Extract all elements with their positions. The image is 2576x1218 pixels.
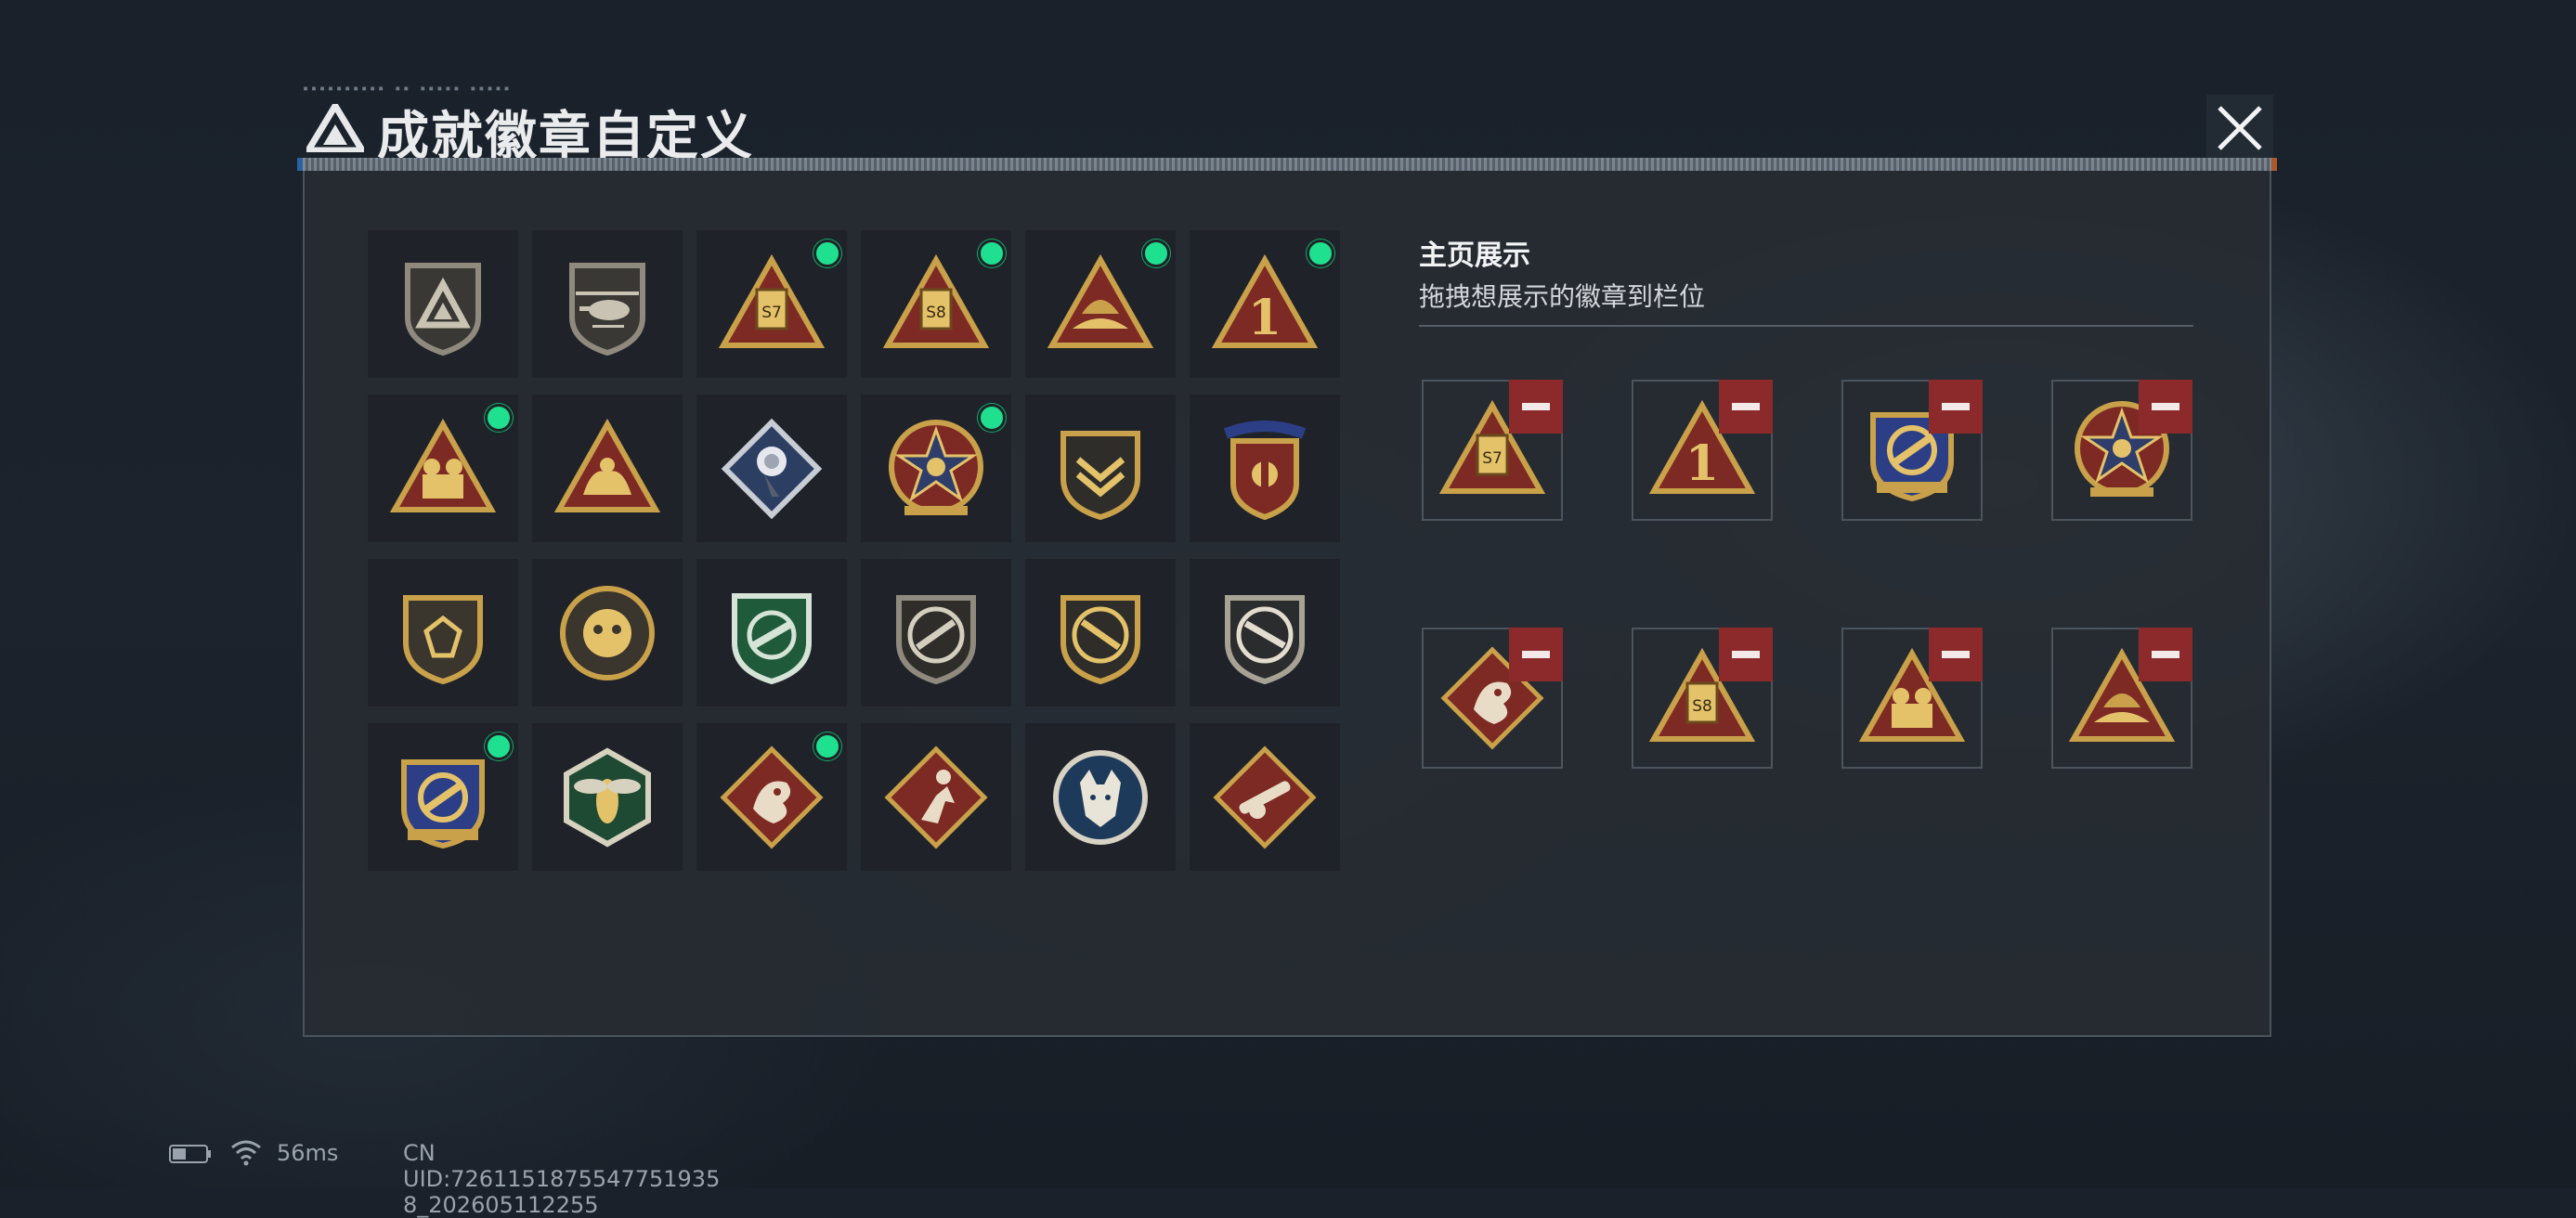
squad-triangle-badge-icon [389,418,497,512]
display-slot[interactable]: S8 [1632,628,1773,769]
badge-cell[interactable] [1025,395,1176,542]
skull-star-badge-icon [889,420,983,515]
panel-top-border [297,158,2277,171]
s7-triangle-badge-icon: S7 [718,253,826,348]
badge-cell[interactable] [696,559,847,706]
badge-cell[interactable]: S8 [861,230,1011,378]
battery-icon [169,1145,211,1163]
wolf-round-badge-icon [1053,750,1148,845]
badge-cell[interactable] [532,723,683,871]
rifle-green-shield-badge-icon [732,593,812,685]
chevron-shield-badge-icon [1060,431,1140,521]
display-section-title: 主页展示 [1419,240,1530,272]
remove-badge-button[interactable] [1509,380,1563,434]
rifle-round-shield-badge-icon [896,595,976,685]
cannon-diamond-badge-icon [1213,745,1317,849]
remove-badge-button[interactable] [1719,628,1773,681]
badge-cell[interactable] [696,395,847,542]
dragon-diamond-badge-icon [720,745,824,849]
new-badge-indicator [1142,240,1170,267]
svg-text:S8: S8 [926,304,946,322]
new-badge-indicator [813,732,841,760]
display-slot[interactable] [2051,628,2192,769]
badge-cell[interactable] [368,395,518,542]
remove-badge-button[interactable] [2139,628,2192,681]
badge-cell[interactable] [1025,230,1176,378]
remove-badge-button[interactable] [1929,628,1983,681]
delta-shield-badge-icon [405,263,481,356]
title-decoration: ▪▪▪▪▪▪▪▪▪▪ ▪▪ ▪▪▪▪▪ ▪▪▪▪▪ [303,84,513,94]
display-slot[interactable] [1422,628,1563,769]
badge-cell[interactable] [696,723,847,871]
close-button[interactable] [2206,95,2273,162]
badge-cell[interactable]: S7 [696,230,847,378]
display-slot[interactable]: S7 [1422,380,1563,521]
display-slot[interactable]: 1 [1632,380,1773,521]
ping-readout: 56ms [277,1140,339,1166]
s8-triangle-badge-icon: S8 [882,253,990,348]
badge-cell[interactable] [368,230,518,378]
gem-shield-badge-icon [403,595,483,685]
new-badge-indicator [485,404,513,432]
svg-text:S7: S7 [1482,449,1503,468]
badge-cell[interactable] [1025,559,1176,706]
new-badge-indicator [485,732,513,760]
badge-cell[interactable] [1190,395,1340,542]
badge-cell[interactable] [1190,559,1340,706]
badge-cell[interactable] [368,559,518,706]
rose-diamond-badge-icon [721,418,823,520]
badge-cell[interactable] [861,723,1011,871]
new-badge-indicator [978,240,1006,267]
remove-badge-button[interactable] [1929,380,1983,434]
badge-cell[interactable] [1190,723,1340,871]
svg-text:1: 1 [1248,290,1281,346]
remove-badge-button[interactable] [1719,380,1773,434]
badge-cell[interactable] [368,723,518,871]
badge-cell[interactable] [532,395,683,542]
new-badge-indicator [813,240,841,267]
display-section-hint: 拖拽想展示的徽章到栏位 [1419,281,1706,312]
rifle-shield-badge-icon [1060,595,1140,685]
rising-triangle-badge-icon [1047,253,1154,348]
divider [1419,325,2193,327]
badge-cell[interactable] [861,559,1011,706]
svg-text:S7: S7 [761,304,782,322]
badge-cell[interactable] [532,230,683,378]
rifle-dark-shield-badge-icon [1225,595,1305,685]
wifi-icon [231,1140,261,1166]
badge-cell[interactable]: 1 [1190,230,1340,378]
badge-cell[interactable] [1025,723,1176,871]
remove-badge-button[interactable] [2139,380,2192,434]
display-slot[interactable] [1841,628,1983,769]
svg-text:S8: S8 [1692,697,1712,716]
new-badge-indicator [978,404,1006,432]
helicopter-shield-badge-icon [569,263,645,356]
winged-shield-badge-icon [1223,421,1307,521]
display-slot[interactable] [1841,380,1983,521]
new-badge-indicator [1307,240,1334,267]
close-icon [2218,106,2262,150]
wasp-hexagon-badge-icon [564,747,651,848]
number-one-triangle-badge-icon: 1 [1211,253,1319,348]
badge-cell[interactable] [532,559,683,706]
uid-readout: CN UID:7261151875547751935 8_20260511225… [403,1140,721,1218]
badge-cell[interactable] [861,395,1011,542]
delta-logo-icon [306,104,364,152]
svg-text:1: 1 [1685,435,1719,492]
scarab-round-badge-icon [560,586,655,680]
display-slot[interactable] [2051,380,2192,521]
hands-triangle-badge-icon [553,418,661,512]
crosshair-shield-badge-icon [401,759,485,849]
remove-badge-button[interactable] [1509,628,1563,681]
runner-diamond-badge-icon [884,745,988,849]
